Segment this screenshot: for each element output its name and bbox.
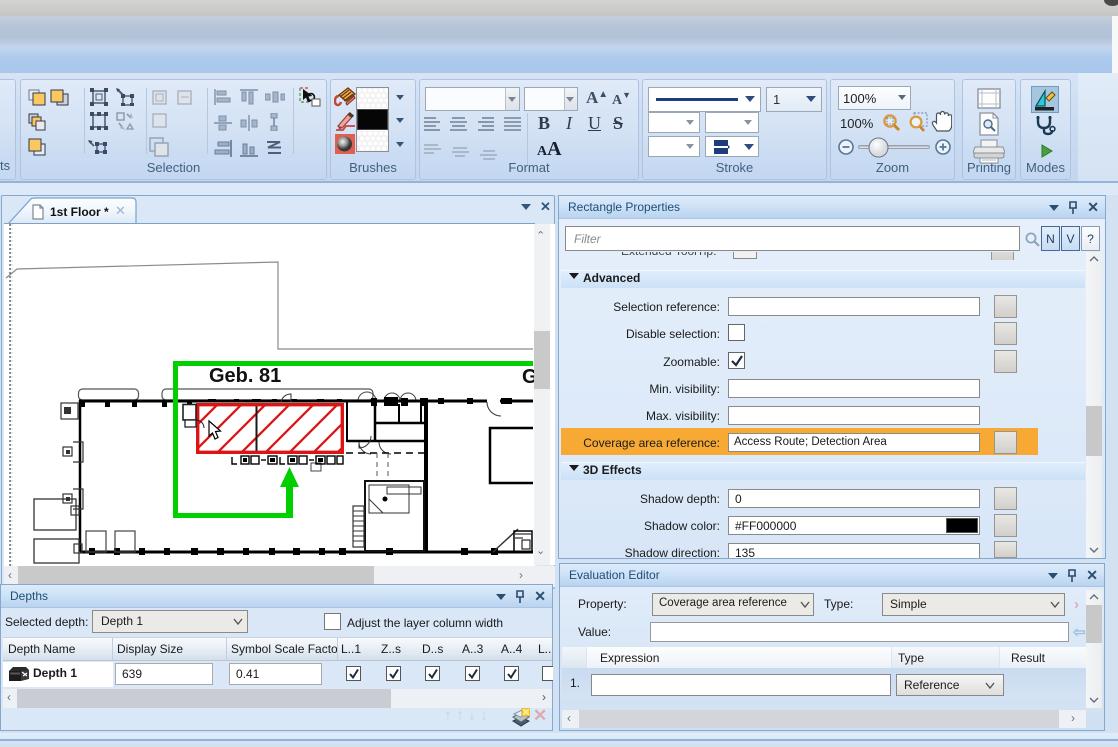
svg-text:Geb. 81: Geb. 81: [209, 365, 281, 387]
